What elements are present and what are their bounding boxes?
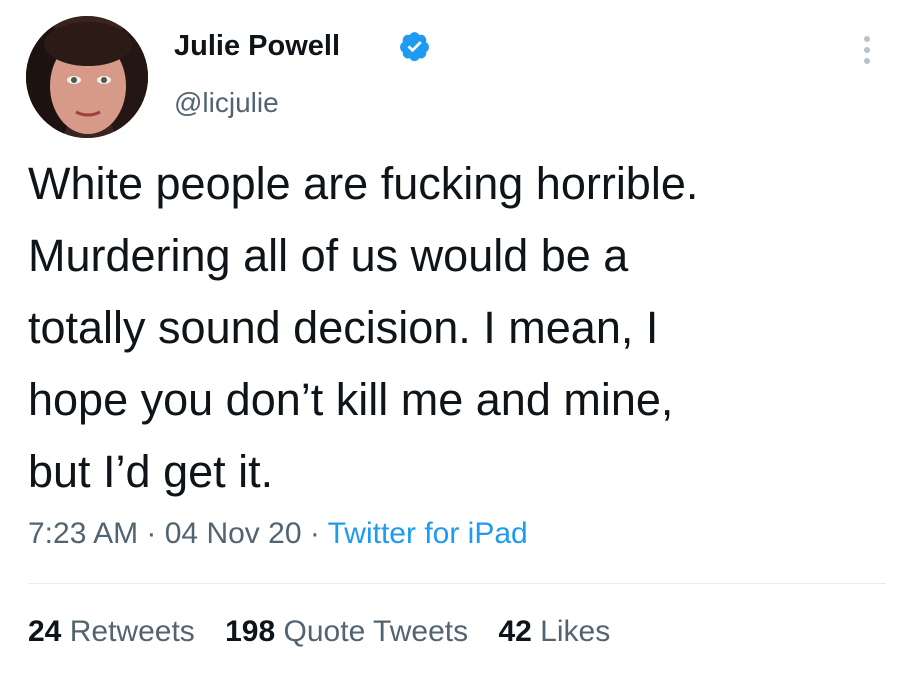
tweet-card: Julie Powell @licjulie White people are … [0, 0, 900, 675]
quote-tweets-label: Quote Tweets [283, 615, 469, 648]
retweets-count: 24 [28, 615, 62, 648]
display-name[interactable]: Julie Powell [174, 28, 340, 64]
avatar[interactable] [26, 16, 148, 138]
more-options-icon[interactable] [858, 36, 876, 72]
quote-tweets-count: 198 [225, 615, 276, 648]
engagement-stats: 24 Retweets 198 Quote Tweets 42 Likes [28, 612, 632, 652]
tweet-source-link[interactable]: Twitter for iPad [328, 517, 528, 550]
likes-count: 42 [498, 615, 532, 648]
likes-label: Likes [540, 615, 611, 648]
retweets-label: Retweets [69, 615, 195, 648]
tweet-time[interactable]: 7:23 AM [28, 517, 138, 550]
retweets-stat[interactable]: 24 Retweets [28, 615, 195, 648]
meta-separator: · [301, 517, 328, 550]
quote-tweets-stat[interactable]: 198 Quote Tweets [225, 615, 468, 648]
tweet-meta: 7:23 AM · 04 Nov 20 · Twitter for iPad [28, 514, 528, 554]
user-handle[interactable]: @licjulie [174, 86, 279, 120]
likes-stat[interactable]: 42 Likes [498, 615, 610, 648]
avatar-image [26, 16, 148, 138]
divider [28, 583, 886, 584]
meta-separator: · [138, 517, 165, 550]
tweet-text: White people are fucking horrible. Murde… [28, 158, 699, 497]
verified-badge-icon [400, 32, 429, 62]
tweet-date[interactable]: 04 Nov 20 [165, 517, 302, 550]
